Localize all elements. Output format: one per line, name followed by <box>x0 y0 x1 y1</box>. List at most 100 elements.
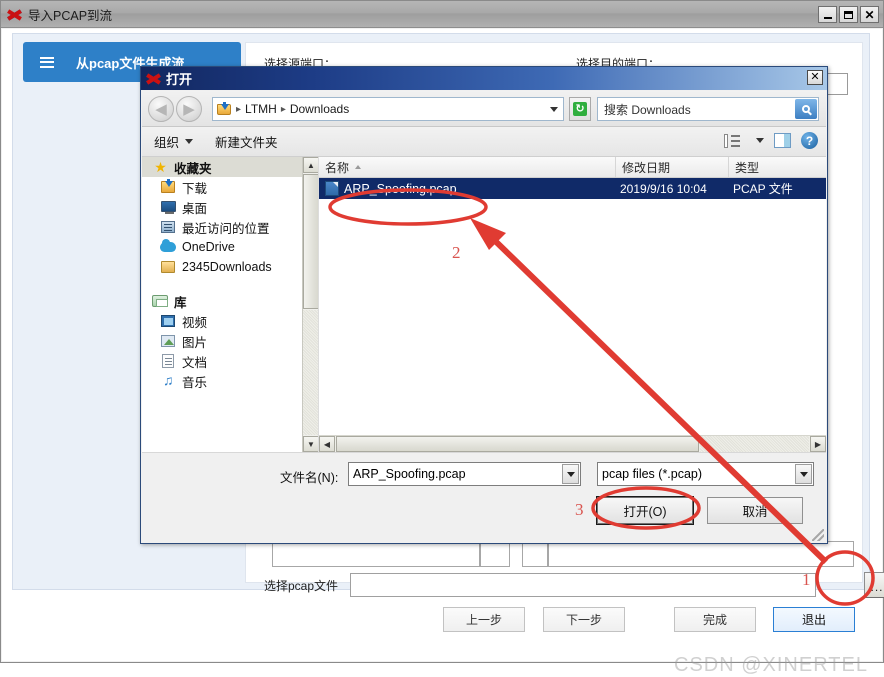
organize-label: 组织 <box>154 136 180 150</box>
place-item-documents[interactable]: 文档 <box>142 351 318 371</box>
address-bar[interactable]: ▸ LTMH ▸ Downloads <box>212 97 564 121</box>
help-icon[interactable]: ? <box>801 132 818 149</box>
mini-box-row <box>272 541 862 569</box>
scroll-up-icon[interactable]: ▲ <box>303 157 318 173</box>
documents-icon <box>160 353 177 369</box>
music-icon <box>163 372 180 391</box>
mini-box[interactable] <box>480 541 510 567</box>
place-label: OneDrive <box>182 240 235 254</box>
watermark-text: CSDN @XINERTEL <box>674 654 868 676</box>
search-placeholder: 搜索 Downloads <box>604 102 691 117</box>
column-header-date[interactable]: 修改日期 <box>616 157 729 177</box>
place-item-downloads[interactable]: 下载 <box>142 177 318 197</box>
place-item-recent[interactable]: 最近访问的位置 <box>142 217 318 237</box>
video-icon <box>160 313 177 329</box>
places-scrollbar[interactable]: ▲ ▼ <box>302 157 318 452</box>
dialog-navigation-bar: ◀ ▶ ▸ LTMH ▸ Downloads ↻ 搜索 Downloads <box>142 91 826 127</box>
close-icon[interactable]: ✕ <box>860 6 879 23</box>
chevron-down-icon[interactable] <box>756 138 764 143</box>
place-item-libraries[interactable]: 库 <box>142 291 318 311</box>
place-item-favorites[interactable]: ★ 收藏夹 <box>142 157 318 177</box>
place-label: 2345Downloads <box>182 260 272 274</box>
file-type-filter-select[interactable]: pcap files (*.pcap) <box>597 462 814 486</box>
star-icon: ★ <box>154 159 167 175</box>
exit-button[interactable]: 退出 <box>773 607 855 632</box>
organize-menu[interactable]: 组织 <box>154 132 194 151</box>
dialog-title: 打开 <box>166 72 193 87</box>
close-icon[interactable]: ✕ <box>807 70 823 85</box>
scroll-right-icon[interactable]: ▶ <box>810 436 826 452</box>
place-item-videos[interactable]: 视频 <box>142 311 318 331</box>
arrow-right-icon[interactable]: ▶ <box>176 96 202 122</box>
finish-button[interactable]: 完成 <box>674 607 756 632</box>
downloads-folder-icon <box>217 102 232 116</box>
mini-box[interactable] <box>522 541 548 567</box>
place-label: 桌面 <box>182 201 208 216</box>
dialog-toolbar: 组织 新建文件夹 ? <box>142 127 826 157</box>
library-icon <box>152 293 169 309</box>
column-header-name[interactable]: 名称 <box>319 157 616 177</box>
breadcrumb-separator: ▸ <box>280 103 286 115</box>
next-step-button[interactable]: 下一步 <box>543 607 625 632</box>
cancel-button[interactable]: 取消 <box>707 497 803 524</box>
filename-value: ARP_Spoofing.pcap <box>353 467 466 481</box>
breadcrumb-item-0[interactable]: LTMH <box>245 102 277 116</box>
scroll-down-icon[interactable]: ▼ <box>303 436 318 452</box>
prev-step-button[interactable]: 上一步 <box>443 607 525 632</box>
dialog-footer: 文件名(N): ARP_Spoofing.pcap pcap files (*.… <box>142 452 826 543</box>
table-row[interactable]: ARP_Spoofing.pcap 2019/9/16 10:04 PCAP 文… <box>319 178 826 199</box>
place-label: 图片 <box>182 335 208 350</box>
place-item-desktop[interactable]: 桌面 <box>142 197 318 217</box>
chevron-down-icon[interactable] <box>795 464 812 484</box>
place-item-2345downloads[interactable]: 2345Downloads <box>142 257 318 277</box>
search-input[interactable]: 搜索 Downloads <box>597 97 819 121</box>
main-window-titlebar: 导入PCAP到流 ✕ <box>1 1 883 28</box>
pcap-file-row: 选择pcap文件 ... <box>264 571 884 599</box>
pcap-file-input[interactable] <box>350 573 816 597</box>
desktop-icon <box>160 199 177 215</box>
refresh-icon[interactable]: ↻ <box>569 97 591 121</box>
mini-box[interactable] <box>548 541 854 567</box>
search-icon[interactable] <box>795 99 817 119</box>
chevron-down-icon[interactable] <box>562 464 579 484</box>
places-pane: ★ 收藏夹 下载 桌面 最近访问的位置 OneDrive 2345Downloa… <box>142 157 319 452</box>
scrollbar-thumb[interactable] <box>336 436 699 452</box>
scrollbar-thumb[interactable] <box>303 174 318 309</box>
pcap-browse-button[interactable]: ... <box>864 572 884 598</box>
chevron-down-icon[interactable] <box>550 107 558 112</box>
minimize-icon[interactable] <box>818 6 837 23</box>
place-item-music[interactable]: 音乐 <box>142 371 318 391</box>
place-label: 库 <box>174 295 187 310</box>
maximize-icon[interactable] <box>839 6 858 23</box>
place-label: 下载 <box>182 181 208 196</box>
breadcrumb-item-1[interactable]: Downloads <box>290 102 349 116</box>
files-list: ARP_Spoofing.pcap 2019/9/16 10:04 PCAP 文… <box>319 178 826 431</box>
filename-input[interactable]: ARP_Spoofing.pcap <box>348 462 581 486</box>
x-logo-icon <box>145 71 162 86</box>
x-logo-icon <box>6 7 23 22</box>
toolbar-right-group: ? <box>724 132 818 149</box>
mini-box[interactable] <box>272 541 480 567</box>
place-item-pictures[interactable]: 图片 <box>142 331 318 351</box>
view-mode-icon[interactable] <box>724 133 740 148</box>
file-type-filter-value: pcap files (*.pcap) <box>602 467 703 481</box>
hamburger-icon <box>40 56 54 68</box>
preview-pane-icon[interactable] <box>774 133 791 148</box>
resize-grip[interactable] <box>812 529 824 541</box>
open-button[interactable]: 打开(O) <box>597 497 693 524</box>
place-label: 文档 <box>182 355 208 370</box>
place-label: 最近访问的位置 <box>182 221 270 236</box>
place-item-onedrive[interactable]: OneDrive <box>142 237 318 257</box>
file-date-cell: 2019/9/16 10:04 <box>620 181 707 196</box>
main-window-title: 导入PCAP到流 <box>28 8 113 23</box>
files-horizontal-scrollbar[interactable]: ◀ ▶ <box>319 435 826 452</box>
scroll-left-icon[interactable]: ◀ <box>319 436 335 452</box>
arrow-left-icon[interactable]: ◀ <box>148 96 174 122</box>
recent-places-icon <box>160 219 177 235</box>
scrollbar-track[interactable] <box>700 436 809 452</box>
column-header-type[interactable]: 类型 <box>729 157 825 177</box>
place-label: 收藏夹 <box>174 161 212 176</box>
scrollbar-track[interactable] <box>303 310 318 435</box>
pcap-file-icon <box>325 181 339 196</box>
new-folder-button[interactable]: 新建文件夹 <box>215 132 278 151</box>
